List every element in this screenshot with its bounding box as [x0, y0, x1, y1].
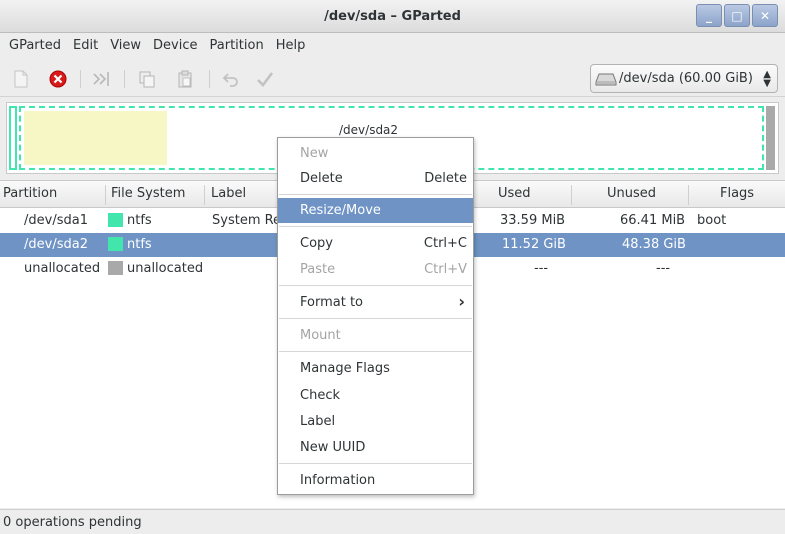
partition-used: 33.59 MiB [500, 213, 566, 228]
menu-edit[interactable]: Edit [67, 33, 104, 59]
menu-item-copy[interactable]: Copy Ctrl+C [278, 231, 473, 256]
maximize-button[interactable]: □ [724, 4, 750, 27]
partition-used: 11.52 GiB [502, 237, 566, 252]
copy-icon[interactable] [136, 68, 158, 90]
menu-item-check[interactable]: Check [278, 383, 473, 408]
menu-device[interactable]: Device [147, 33, 203, 59]
menu-item-mount[interactable]: Mount [278, 323, 473, 348]
menu-item-format-to[interactable]: Format to › [278, 290, 473, 315]
resize-move-icon[interactable] [90, 68, 112, 90]
menu-item-paste[interactable]: Paste Ctrl+V [278, 257, 473, 282]
partition-unused: 66.41 MiB [620, 213, 686, 228]
menu-item-accelerator: Ctrl+V [424, 262, 467, 277]
minimize-button[interactable]: _ [696, 4, 722, 27]
menu-item-label: Delete [300, 171, 343, 186]
menu-separator [279, 194, 472, 195]
partition-name: /dev/sda1 [24, 213, 88, 228]
menu-item-resize-move[interactable]: Resize/Move [278, 198, 473, 223]
column-header-used[interactable]: Used [498, 186, 531, 201]
menu-separator [279, 318, 472, 319]
menu-item-label: Label [300, 414, 336, 429]
menu-gparted[interactable]: GParted [3, 33, 67, 59]
menu-bar: GParted Edit View Device Partition Help [0, 33, 785, 59]
menu-item-delete[interactable]: Delete Delete [278, 166, 473, 191]
delete-icon[interactable] [47, 68, 69, 90]
partition-block-sda1[interactable] [9, 106, 17, 170]
partition-unused: 48.38 GiB [622, 237, 686, 252]
menu-item-accelerator: Delete [424, 171, 467, 186]
new-icon[interactable] [10, 68, 32, 90]
partition-name: /dev/sda2 [24, 237, 88, 252]
partition-used-space [24, 111, 167, 165]
partition-flags: boot [697, 213, 727, 228]
menu-item-label: New UUID [300, 440, 366, 455]
window-controls: _ □ ✕ [696, 4, 778, 27]
menu-item-label-partition[interactable]: Label [278, 409, 473, 434]
toolbar-separator [124, 70, 125, 88]
column-header-filesystem[interactable]: File System [111, 186, 185, 201]
disk-icon [595, 73, 617, 85]
menu-item-label: Format to [300, 295, 363, 310]
column-separator [105, 185, 106, 205]
menu-item-manage-flags[interactable]: Manage Flags [278, 356, 473, 381]
menu-separator [279, 285, 472, 286]
menu-item-label: Paste [300, 262, 336, 277]
column-separator [204, 185, 205, 205]
menu-item-new[interactable]: New [278, 141, 473, 166]
column-separator [571, 185, 572, 205]
menu-item-new-uuid[interactable]: New UUID [278, 435, 473, 460]
filesystem-color-swatch [108, 237, 123, 251]
close-button[interactable]: ✕ [752, 4, 778, 27]
partition-context-menu: New Delete Delete Resize/Move Copy Ctrl+… [277, 137, 474, 495]
filesystem-color-swatch [108, 213, 123, 227]
filesystem-type: ntfs [127, 237, 152, 252]
undo-icon[interactable] [220, 68, 242, 90]
combo-arrows-icon: ▲ ▼ [763, 69, 771, 89]
device-selector[interactable]: /dev/sda (60.00 GiB) ▲ ▼ [590, 64, 778, 93]
menu-item-accelerator: Ctrl+C [423, 236, 467, 251]
partition-used: --- [534, 261, 549, 276]
menu-partition[interactable]: Partition [204, 33, 270, 59]
menu-separator [279, 351, 472, 352]
column-separator [688, 185, 689, 205]
partition-block-label: /dev/sda2 [339, 123, 399, 137]
menu-item-label: Information [300, 473, 376, 488]
column-header-partition[interactable]: Partition [3, 186, 57, 201]
filesystem-color-swatch [108, 261, 123, 275]
submenu-arrow-icon: › [458, 292, 465, 311]
filesystem-type: ntfs [127, 213, 152, 228]
status-text: 0 operations pending [3, 515, 142, 530]
toolbar-separator [209, 70, 210, 88]
menu-item-label: Manage Flags [300, 361, 390, 376]
menu-item-label: New [300, 146, 329, 161]
filesystem-type: unallocated [127, 261, 204, 276]
window-title: /dev/sda – GParted [324, 9, 461, 24]
partition-unused: --- [656, 261, 671, 276]
paste-icon[interactable] [174, 68, 196, 90]
device-selector-label: /dev/sda (60.00 GiB) [619, 71, 753, 86]
partition-label: System Re [212, 213, 282, 228]
menu-item-label: Check [300, 388, 340, 403]
partition-name: unallocated [24, 261, 101, 276]
menu-help[interactable]: Help [270, 33, 312, 59]
toolbar-separator [80, 70, 81, 88]
column-header-flags[interactable]: Flags [720, 186, 754, 201]
title-bar: /dev/sda – GParted _ □ ✕ [0, 0, 785, 33]
menu-item-information[interactable]: Information [278, 468, 473, 493]
menu-item-label: Mount [300, 328, 341, 343]
status-bar: 0 operations pending [0, 509, 785, 534]
partition-block-unallocated[interactable] [766, 106, 775, 170]
menu-item-label: Resize/Move [300, 203, 381, 218]
menu-item-label: Copy [300, 236, 333, 251]
apply-icon[interactable] [254, 68, 276, 90]
column-header-unused[interactable]: Unused [607, 186, 656, 201]
menu-separator [279, 226, 472, 227]
column-header-label[interactable]: Label [211, 186, 246, 201]
menu-separator [279, 463, 472, 464]
menu-view[interactable]: View [104, 33, 147, 59]
